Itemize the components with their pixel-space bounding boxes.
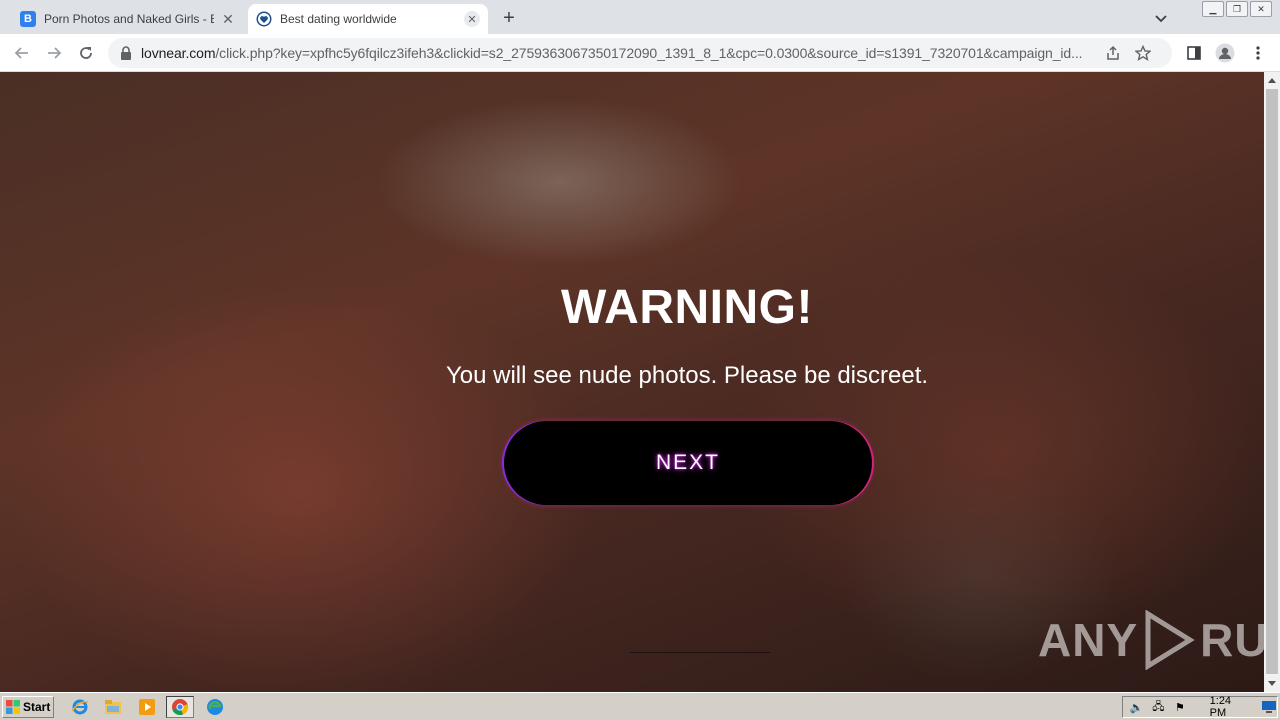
edge-icon[interactable] <box>205 697 225 717</box>
chevron-down-icon[interactable] <box>1152 9 1170 27</box>
next-button-label: NEXT <box>655 451 720 474</box>
internet-explorer-icon[interactable] <box>70 697 90 717</box>
taskbar: Start 🔈 🖧 ⚑ 1:24 PM <box>0 692 1280 720</box>
back-button[interactable] <box>10 41 34 65</box>
heart-icon <box>256 11 272 27</box>
url-host: lovnear.com <box>141 45 216 61</box>
address-bar[interactable]: lovnear.com/click.php?key=xpfhc5y6fqilcz… <box>108 38 1172 68</box>
page-background: WARNING! You will see nude photos. Pleas… <box>0 72 1264 692</box>
reload-button[interactable] <box>74 41 98 65</box>
anyrun-watermark: ANY RUN <box>1038 610 1264 670</box>
warning-title: WARNING! <box>561 281 813 334</box>
url-text: lovnear.com/click.php?key=xpfhc5y6fqilcz… <box>141 45 1093 61</box>
scroll-thumb[interactable] <box>1266 89 1278 674</box>
tab-title: Porn Photos and Naked Girls - Boomb <box>44 12 214 26</box>
media-player-icon[interactable] <box>137 697 157 717</box>
tab-best-dating[interactable]: Best dating worldwide ✕ <box>248 4 488 34</box>
minimize-button[interactable]: ▁ <box>1202 1 1224 17</box>
scroll-up-icon[interactable] <box>1268 78 1276 83</box>
windows-logo-icon <box>6 700 20 714</box>
tab-title: Best dating worldwide <box>280 12 397 26</box>
file-explorer-icon[interactable] <box>103 697 123 717</box>
next-button[interactable]: NEXT <box>504 421 872 505</box>
tab-strip: B Porn Photos and Naked Girls - Boomb ✕ … <box>0 0 1280 34</box>
url-path: /click.php?key=xpfhc5y6fqilcz3ifeh3&clic… <box>215 45 1083 61</box>
profile-avatar-icon[interactable] <box>1215 43 1235 63</box>
restore-button[interactable]: ❐ <box>1226 1 1248 17</box>
window-controls: ▁ ❐ ✕ <box>1202 1 1272 17</box>
forward-button[interactable] <box>42 41 66 65</box>
network-icon[interactable]: 🖧 <box>1151 699 1167 715</box>
tab-boomb[interactable]: B Porn Photos and Naked Girls - Boomb ✕ <box>12 4 244 34</box>
flag-icon[interactable]: ⚑ <box>1172 699 1188 715</box>
boomb-favicon-icon: B <box>20 11 36 27</box>
start-button[interactable]: Start <box>2 696 54 718</box>
share-icon[interactable] <box>1103 43 1123 63</box>
divider <box>630 652 770 653</box>
volume-icon[interactable]: 🔈 <box>1129 699 1145 715</box>
vertical-scrollbar[interactable] <box>1264 72 1280 692</box>
clock[interactable]: 1:24 PM <box>1210 695 1250 719</box>
play-logo-icon <box>1145 610 1195 670</box>
scroll-down-icon[interactable] <box>1268 681 1276 686</box>
browser-toolbar: lovnear.com/click.php?key=xpfhc5y6fqilcz… <box>0 34 1280 72</box>
close-icon[interactable]: ✕ <box>220 11 236 27</box>
close-icon[interactable]: ✕ <box>464 11 480 27</box>
show-desktop-icon[interactable] <box>1261 699 1277 715</box>
side-panel-icon[interactable] <box>1184 43 1204 63</box>
new-tab-button[interactable]: + <box>498 8 520 30</box>
warning-subtitle: You will see nude photos. Please be disc… <box>445 362 929 389</box>
watermark-text-any: ANY <box>1038 614 1139 666</box>
menu-icon[interactable] <box>1248 43 1268 63</box>
chrome-icon[interactable] <box>166 696 194 718</box>
star-icon[interactable] <box>1133 43 1153 63</box>
system-tray: 🔈 🖧 ⚑ 1:24 PM <box>1122 695 1278 719</box>
lock-icon[interactable] <box>120 46 132 60</box>
watermark-text-run: RUN <box>1200 614 1264 666</box>
close-window-button[interactable]: ✕ <box>1250 1 1272 17</box>
start-label: Start <box>23 700 51 714</box>
